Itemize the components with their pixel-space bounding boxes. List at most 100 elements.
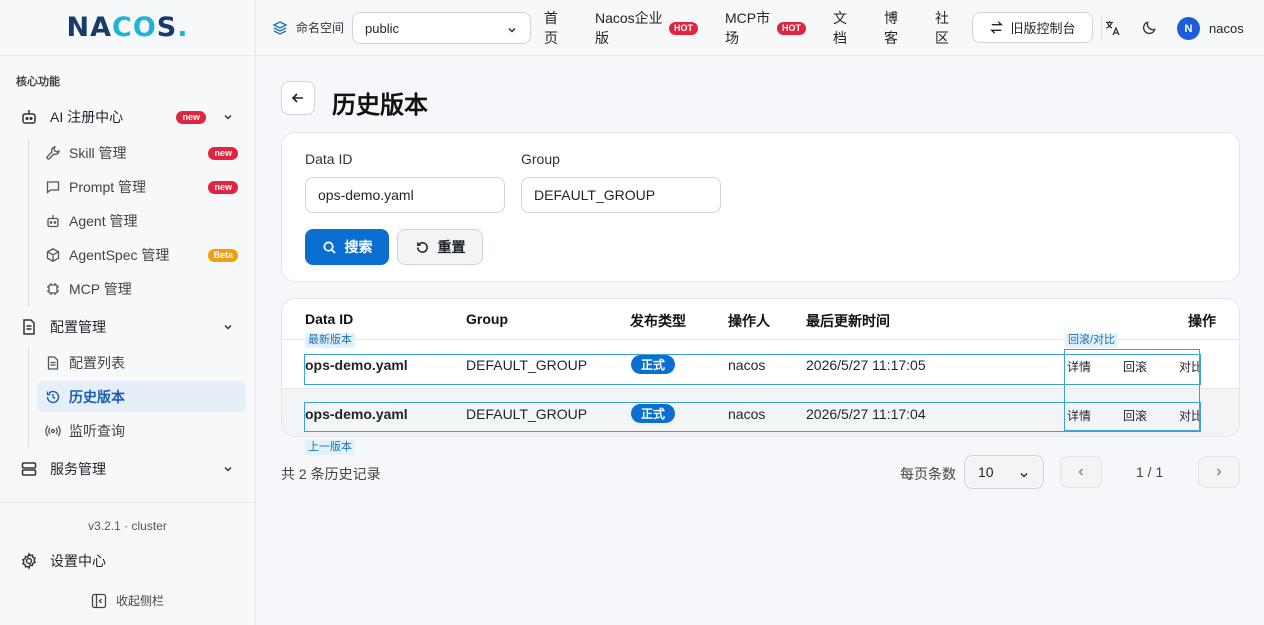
swap-icon xyxy=(989,20,1004,35)
sidebar-item-label: MCP 管理 xyxy=(69,280,132,297)
layers-icon xyxy=(272,20,288,36)
new-badge: new xyxy=(208,181,238,194)
sidebar-group-service[interactable]: 服务管理 xyxy=(10,453,246,485)
namespace-select[interactable]: public xyxy=(352,12,531,44)
avatar[interactable]: N xyxy=(1177,17,1200,40)
sidebar-item-label: 监听查询 xyxy=(69,422,125,439)
server-icon xyxy=(20,460,38,478)
back-button[interactable] xyxy=(281,81,315,115)
chevron-down-icon xyxy=(222,320,234,336)
group-label: Group xyxy=(521,151,560,167)
per-page-select[interactable]: 10 xyxy=(964,455,1044,489)
column-header: 最后更新时间 xyxy=(806,313,890,329)
sidebar-item-agentspec[interactable]: AgentSpec 管理 Beta xyxy=(37,239,246,270)
reset-button[interactable]: 重置 xyxy=(397,229,483,265)
total-records: 共 2 条历史记录 xyxy=(281,466,381,482)
data-id-label: Data ID xyxy=(305,151,353,167)
new-badge: new xyxy=(176,111,206,124)
nav-docs[interactable]: 文 档 xyxy=(833,8,849,48)
sidebar-group-label: AI 注册中心 xyxy=(50,109,124,125)
chat-icon xyxy=(45,179,61,195)
sidebar-item-agent[interactable]: Agent 管理 xyxy=(37,205,246,236)
hot-badge: HOT xyxy=(669,22,698,35)
sidebar-item-skill[interactable]: Skill 管理 new xyxy=(37,137,246,168)
sidebar: NACOS. 核心功能 AI 注册中心 new Skill 管理 new Pro… xyxy=(0,0,256,625)
tree-line xyxy=(28,138,29,306)
nav-enterprise-label: Nacos企业 xyxy=(595,10,663,26)
nav-community[interactable]: 社 区 xyxy=(935,8,951,48)
beta-badge: Beta xyxy=(208,249,238,262)
namespace-label: 命名空间 xyxy=(272,19,344,36)
chevron-right-icon xyxy=(1213,466,1225,478)
collapse-sidebar-button[interactable]: 收起侧栏 xyxy=(91,592,164,609)
sidebar-item-listener[interactable]: 监听查询 xyxy=(37,415,246,446)
sidebar-item-label: Prompt 管理 xyxy=(69,178,147,195)
sidebar-footer: v3.2.1 · cluster 设置中心 收起侧栏 xyxy=(0,502,255,625)
nav-enterprise[interactable]: Nacos企业 版 xyxy=(595,8,667,48)
wrench-icon xyxy=(45,145,61,161)
collapse-label: 收起侧栏 xyxy=(116,594,165,608)
reset-icon xyxy=(415,240,430,255)
namespace-value: public xyxy=(365,20,399,36)
page-info: 1 / 1 xyxy=(1136,464,1164,480)
sidebar-item-label: Skill 管理 xyxy=(69,144,127,161)
logo-text: NACOS. xyxy=(66,12,189,43)
column-header: 操作人 xyxy=(728,313,770,329)
page-title: 历史版本 xyxy=(332,92,428,119)
chip-icon xyxy=(45,281,61,297)
username[interactable]: nacos xyxy=(1209,21,1244,36)
nacos-logo[interactable]: NACOS. xyxy=(0,0,255,56)
legacy-console-label: 旧版控制台 xyxy=(1010,21,1076,36)
translate-icon[interactable] xyxy=(1104,19,1122,40)
per-page-value: 10 xyxy=(978,464,994,480)
settings-label: 设置中心 xyxy=(50,553,106,569)
annotation-label-actions: 回滚/对比 xyxy=(1065,333,1119,348)
header-divider xyxy=(1101,16,1102,40)
reset-button-label: 重置 xyxy=(437,239,466,255)
column-header: Group xyxy=(466,311,508,327)
search-button-label: 搜索 xyxy=(344,239,373,255)
version-text: v3.2.1 · cluster xyxy=(88,519,167,533)
section-title: 核心功能 xyxy=(16,76,60,88)
arrow-left-icon xyxy=(291,91,305,105)
chevron-down-icon xyxy=(222,462,234,478)
radio-icon xyxy=(45,423,61,439)
nav-mcp-label: MCP市 xyxy=(725,10,771,26)
sidebar-item-config-list[interactable]: 配置列表 xyxy=(37,347,246,378)
sidebar-group-label: 服务管理 xyxy=(50,461,106,477)
search-button[interactable]: 搜索 xyxy=(305,229,389,265)
sidebar-item-label: 历史版本 xyxy=(69,388,125,405)
sidebar-item-label: Agent 管理 xyxy=(69,212,138,229)
annotation-box-actions xyxy=(1064,349,1200,431)
chevron-down-icon xyxy=(506,24,518,39)
robot-icon xyxy=(45,213,61,229)
sidebar-item-mcp[interactable]: MCP 管理 xyxy=(37,273,246,304)
sidebar-collapse-icon xyxy=(91,593,107,609)
nav-home[interactable]: 首 页 xyxy=(544,8,560,48)
column-header: 发布类型 xyxy=(630,313,686,329)
chevron-down-icon xyxy=(1018,468,1030,484)
annotation-label-previous: 上一版本 xyxy=(305,440,355,455)
column-header: 操作 xyxy=(1188,313,1216,329)
settings-center[interactable]: 设置中心 xyxy=(10,545,246,577)
nav-mcp-market[interactable]: MCP市 场 xyxy=(725,8,770,48)
group-input[interactable]: DEFAULT_GROUP xyxy=(521,177,721,213)
sidebar-item-history[interactable]: 历史版本 xyxy=(37,381,246,412)
prev-page-button[interactable] xyxy=(1060,456,1102,488)
cube-icon xyxy=(45,247,61,263)
sidebar-group-config[interactable]: 配置管理 xyxy=(10,311,246,343)
nav-blog[interactable]: 博 客 xyxy=(884,8,900,48)
nav-enterprise-label-2: 版 xyxy=(595,30,609,46)
sidebar-group-ai-registry[interactable]: AI 注册中心 new xyxy=(10,101,246,133)
next-page-button[interactable] xyxy=(1198,456,1240,488)
history-icon xyxy=(45,389,61,405)
legacy-console-button[interactable]: 旧版控制台 xyxy=(972,12,1093,43)
robot-icon xyxy=(20,108,38,126)
moon-icon[interactable] xyxy=(1141,19,1158,39)
file-icon xyxy=(20,318,38,336)
data-id-input[interactable]: ops-demo.yaml xyxy=(305,177,505,213)
sidebar-item-label: AgentSpec 管理 xyxy=(69,246,170,263)
top-header: 命名空间 public 首 页 Nacos企业 版 HOT MCP市 场 HOT… xyxy=(256,0,1264,56)
sidebar-item-prompt[interactable]: Prompt 管理 new xyxy=(37,171,246,202)
per-page-label: 每页条数 xyxy=(900,466,956,482)
